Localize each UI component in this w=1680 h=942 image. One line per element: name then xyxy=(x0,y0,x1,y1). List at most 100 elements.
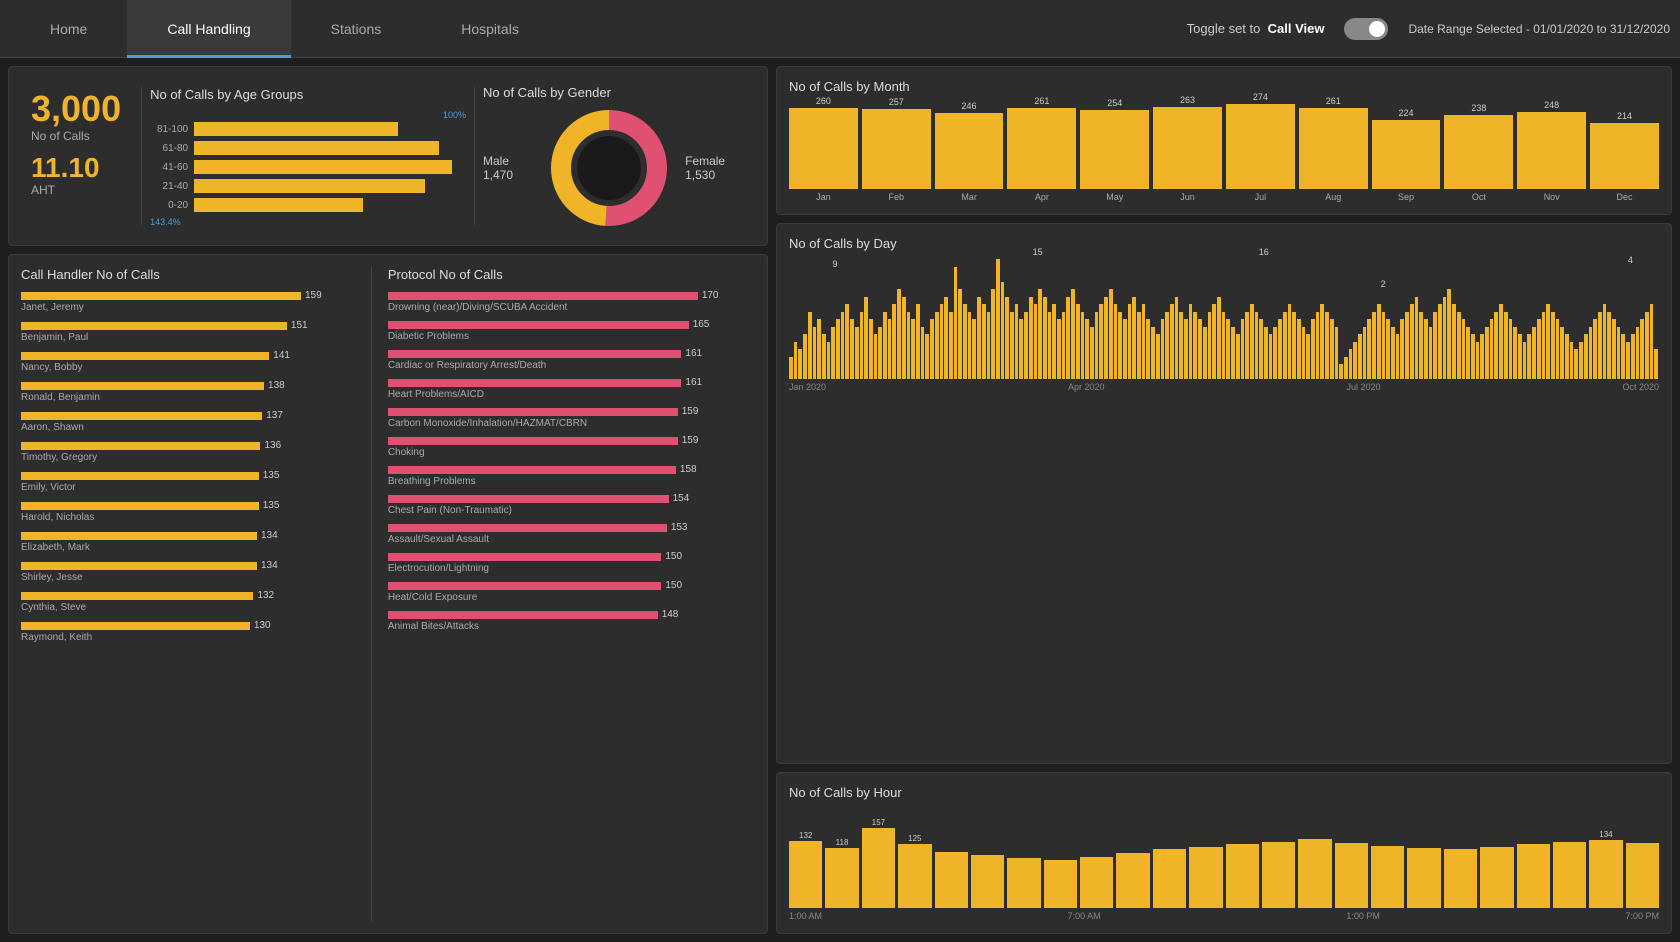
day-bar xyxy=(845,304,849,379)
day-bar xyxy=(1330,319,1334,379)
tab-home[interactable]: Home xyxy=(10,0,127,58)
day-bar xyxy=(930,319,934,379)
tab-call-handling[interactable]: Call Handling xyxy=(127,0,290,58)
day-bar xyxy=(1391,327,1395,380)
day-bar xyxy=(1090,327,1094,380)
day-bar xyxy=(1161,319,1165,379)
hour-bar-item xyxy=(1044,859,1077,908)
day-bar xyxy=(1424,319,1428,379)
hour-bar-item xyxy=(1553,841,1586,908)
day-bar xyxy=(1283,312,1287,380)
toggle-label: Toggle set to Call View xyxy=(1187,21,1325,36)
protocol-item: 150 Heat/Cold Exposure xyxy=(388,580,755,603)
day-bar xyxy=(1433,312,1437,380)
hourly-axis: 1:00 AM 7:00 AM 1:00 PM 7:00 PM xyxy=(789,911,1659,921)
day-bar xyxy=(1184,319,1188,379)
day-bar xyxy=(1062,312,1066,380)
month-bar-item: 238 Oct xyxy=(1444,103,1513,202)
day-bar xyxy=(1617,327,1621,380)
day-bar xyxy=(1485,327,1489,380)
tab-hospitals[interactable]: Hospitals xyxy=(421,0,559,58)
hour-bar-item xyxy=(1007,857,1040,908)
day-bar xyxy=(1410,304,1414,379)
day-bar xyxy=(1546,304,1550,379)
day-bar xyxy=(1527,334,1531,379)
female-label: Female 1,530 xyxy=(685,154,747,182)
day-bar xyxy=(1626,342,1630,380)
day-bar xyxy=(888,319,892,379)
day-bar xyxy=(1396,334,1400,379)
age-bars: 81-100 61-80 41-60 21-40 0-20 xyxy=(150,122,466,212)
day-bar xyxy=(1024,312,1028,380)
day-bar xyxy=(1010,312,1014,380)
day-bar xyxy=(794,342,798,380)
day-bar xyxy=(1509,319,1513,379)
day-bar xyxy=(1259,319,1263,379)
day-bar xyxy=(1574,349,1578,379)
day-bar xyxy=(944,297,948,380)
day-bar xyxy=(1114,304,1118,379)
right-panel: No of Calls by Month 260 Jan 257 Feb 246… xyxy=(776,66,1672,934)
day-bar xyxy=(982,304,986,379)
day-bar xyxy=(855,327,859,380)
day-bar xyxy=(1584,334,1588,379)
day-bar xyxy=(1264,327,1268,380)
day-bar xyxy=(1457,312,1461,380)
day-bar xyxy=(1504,312,1508,380)
day-bar xyxy=(1123,319,1127,379)
handler-item: 141 Nancy, Bobby xyxy=(21,350,355,373)
aht-number: 11.10 xyxy=(31,153,121,184)
day-bar xyxy=(1132,297,1136,380)
calls-stat: 3,000 No of Calls 11.10 AHT xyxy=(21,79,141,233)
day-bar xyxy=(1419,312,1423,380)
day-bar xyxy=(1363,327,1367,380)
day-bar xyxy=(1081,312,1085,380)
calls-number: 3,000 xyxy=(31,89,121,129)
day-bar xyxy=(1142,304,1146,379)
day-bar xyxy=(1128,304,1132,379)
day-bar xyxy=(1236,334,1240,379)
day-bar xyxy=(878,327,882,380)
monthly-card: No of Calls by Month 260 Jan 257 Feb 246… xyxy=(776,66,1672,215)
day-bar xyxy=(860,312,864,380)
age-bar-row: 81-100 xyxy=(150,122,466,136)
day-bar xyxy=(1593,319,1597,379)
day-bar xyxy=(1052,304,1056,379)
hour-bar-item xyxy=(1262,841,1295,908)
hour-bar-item xyxy=(935,851,968,908)
tab-stations[interactable]: Stations xyxy=(291,0,422,58)
age-bar-row: 41-60 xyxy=(150,160,466,174)
hour-bar-item xyxy=(1480,846,1513,908)
gender-donut xyxy=(549,108,669,228)
day-bar xyxy=(1471,334,1475,379)
day-bar xyxy=(827,342,831,380)
peak-16: 16 xyxy=(1259,247,1269,257)
handler-list: Call Handler No of Calls 159 Janet, Jere… xyxy=(21,267,355,921)
day-bar xyxy=(954,267,958,380)
day-bar xyxy=(1344,357,1348,380)
daily-card: No of Calls by Day 9 15 16 2 4 Jan 2020 … xyxy=(776,223,1672,764)
day-bar xyxy=(1212,304,1216,379)
day-bar xyxy=(1367,319,1371,379)
date-range-label: Date Range Selected - 01/01/2020 to 31/1… xyxy=(1408,22,1670,36)
protocol-item: 161 Heart Problems/AICD xyxy=(388,377,755,400)
day-bar xyxy=(1447,289,1451,379)
day-bar xyxy=(1099,304,1103,379)
hour-bar-item xyxy=(1444,848,1477,908)
day-bar xyxy=(1048,312,1052,380)
day-bar xyxy=(958,289,962,379)
day-bar xyxy=(963,304,967,379)
day-bar xyxy=(1382,312,1386,380)
day-bar xyxy=(1066,297,1070,380)
male-label: Male 1,470 xyxy=(483,154,533,182)
handler-item: 136 Timothy, Gregory xyxy=(21,440,355,463)
day-bar xyxy=(1466,327,1470,380)
toggle-switch[interactable] xyxy=(1344,18,1388,40)
age-groups-title: No of Calls by Age Groups xyxy=(150,87,466,102)
protocol-item: 159 Carbon Monoxide/Inhalation/HAZMAT/CB… xyxy=(388,406,755,429)
day-bar xyxy=(1297,319,1301,379)
day-bar xyxy=(1537,319,1541,379)
monthly-title: No of Calls by Month xyxy=(789,79,1659,94)
age-groups-section: No of Calls by Age Groups 100% 81-100 61… xyxy=(142,79,474,233)
protocol-item: 148 Animal Bites/Attacks xyxy=(388,609,755,632)
